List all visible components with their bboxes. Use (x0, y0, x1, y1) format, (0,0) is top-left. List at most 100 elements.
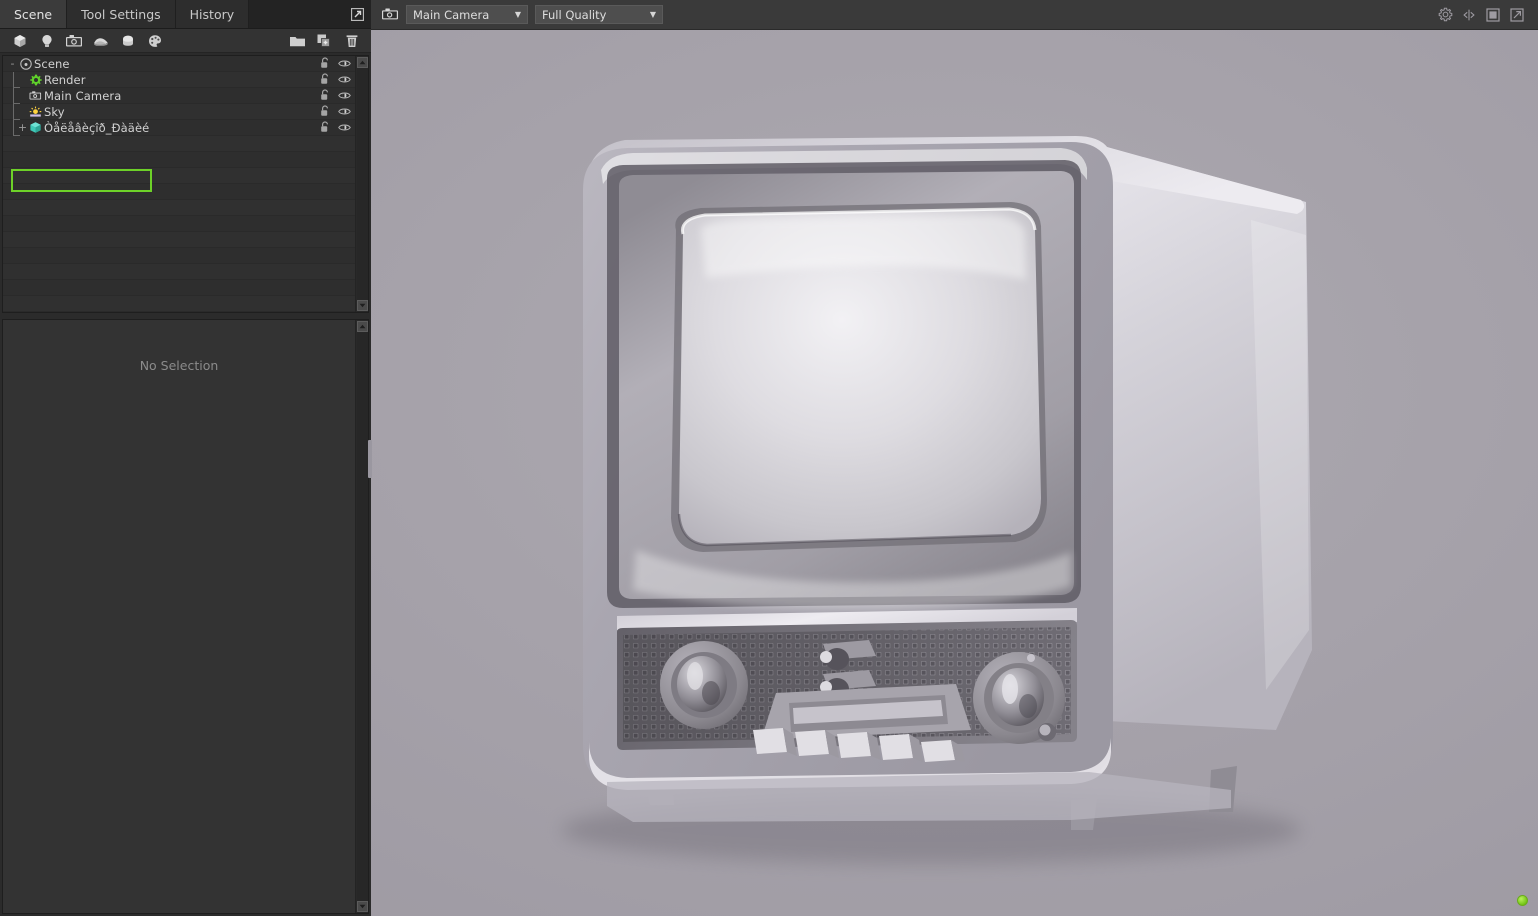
visibility-toggle[interactable] (338, 105, 351, 119)
unlocked-padlock-icon (321, 72, 328, 84)
settings-gear-button[interactable] (1437, 7, 1453, 23)
add-primitive-button[interactable] (114, 30, 141, 52)
tab-history[interactable]: History (175, 0, 250, 28)
tree-row-label: Scene (34, 56, 70, 71)
add-mesh-icon (14, 34, 25, 47)
add-material-button[interactable] (141, 30, 168, 52)
tree-expander[interactable]: - (7, 58, 18, 69)
application-window: Scene Tool Settings History - Scene Rend… (0, 0, 1538, 916)
expand-fullscreen-icon (1510, 7, 1524, 22)
maximize-button[interactable] (1485, 7, 1501, 23)
tree-row-[interactable]: + Òåëåâèçîð_Ðàäèé (3, 120, 355, 136)
camera-select-value: Main Camera (413, 7, 490, 22)
scene-icon (18, 57, 33, 71)
popout-panel-button[interactable] (343, 0, 371, 28)
quality-select[interactable]: Full Quality ▼ (535, 5, 663, 24)
scene-toolbar (0, 29, 371, 53)
panel-splitter-handle[interactable] (368, 440, 372, 478)
left-panel: Scene Tool Settings History - Scene Rend… (0, 0, 372, 916)
properties-scroll-down-button[interactable] (356, 901, 368, 912)
tab-scene[interactable]: Scene (0, 0, 68, 28)
delete-button[interactable] (338, 30, 365, 52)
scene-tree-scrollbar[interactable] (355, 56, 368, 312)
tree-row-empty (3, 280, 355, 296)
visibility-eye-icon (338, 124, 351, 131)
add-material-icon (148, 34, 161, 47)
camera-select[interactable]: Main Camera ▼ (406, 5, 528, 24)
lock-toggle[interactable] (320, 72, 330, 88)
tree-row-sky[interactable]: Sky (3, 104, 355, 120)
scene-tree: - Scene Render Main Camera Sky + Òåëåâèçîð_Ðàä… (2, 55, 369, 313)
tree-row-empty (3, 136, 355, 152)
tree-row-toggles (320, 104, 351, 120)
tree-row-label: Sky (44, 104, 65, 119)
chevron-down-icon (359, 904, 365, 909)
lock-toggle[interactable] (320, 88, 330, 104)
properties-body: No Selection (3, 320, 355, 913)
tree-row-empty (3, 184, 355, 200)
tree-row-empty (3, 232, 355, 248)
lock-toggle[interactable] (320, 104, 330, 120)
render-icon (28, 73, 43, 87)
lock-toggle[interactable] (320, 56, 330, 72)
viewport-header-icons (1437, 7, 1529, 23)
properties-scroll-up-button[interactable] (356, 321, 368, 332)
tab-tool-settings-label: Tool Settings (81, 6, 161, 22)
scroll-down-button[interactable] (356, 300, 368, 311)
chevron-down-icon (359, 303, 365, 308)
vintage-television-3d-model (561, 136, 1312, 864)
tree-row-empty (3, 248, 355, 264)
add-light-button[interactable] (33, 30, 60, 52)
visibility-toggle[interactable] (338, 73, 351, 87)
tree-row-scene[interactable]: - Scene (3, 56, 355, 72)
tree-row-render[interactable]: Render (3, 72, 355, 88)
visibility-eye-icon (338, 108, 351, 115)
sky-icon (28, 105, 43, 119)
popout-icon (350, 7, 364, 21)
tree-row-label: Render (44, 72, 86, 87)
chevron-down-icon: ▼ (649, 10, 656, 19)
settings-gear-icon (1438, 7, 1452, 22)
camera-icon (28, 89, 43, 103)
unlocked-padlock-icon (321, 56, 328, 68)
camera-icon (381, 8, 398, 20)
new-folder-button[interactable] (284, 30, 311, 52)
tree-row-empty (3, 216, 355, 232)
duplicate-button[interactable] (311, 30, 338, 52)
lock-toggle[interactable] (320, 120, 330, 136)
chevron-up-icon (359, 60, 365, 65)
tree-row-toggles (320, 120, 351, 136)
scene-tree-rows: - Scene Render Main Camera Sky + Òåëåâèçîð_Ðàä… (3, 56, 355, 312)
visibility-toggle[interactable] (338, 57, 351, 71)
add-sky-button[interactable] (87, 30, 114, 52)
tab-tool-settings[interactable]: Tool Settings (67, 0, 176, 28)
split-view-icon (1463, 9, 1475, 20)
quality-select-value: Full Quality (542, 7, 607, 22)
scroll-up-button[interactable] (356, 57, 368, 68)
tree-row-toggles (320, 56, 351, 72)
tree-row-empty (3, 264, 355, 280)
expand-fullscreen-button[interactable] (1509, 7, 1525, 23)
properties-scrollbar[interactable] (355, 320, 368, 913)
visibility-toggle[interactable] (338, 89, 351, 103)
panel-tab-bar: Scene Tool Settings History (0, 0, 371, 29)
tree-row-main-camera[interactable]: Main Camera (3, 88, 355, 104)
tab-scene-label: Scene (14, 6, 53, 22)
add-camera-button[interactable] (60, 30, 87, 52)
add-sky-icon (93, 37, 108, 46)
delete-icon (346, 34, 357, 47)
render-status-dot (1517, 895, 1528, 906)
add-light-icon (41, 34, 52, 47)
visibility-eye-icon (338, 60, 351, 67)
add-primitive-icon (122, 35, 133, 46)
chevron-up-icon (359, 324, 365, 329)
add-mesh-button[interactable] (6, 30, 33, 52)
tab-history-label: History (189, 6, 235, 22)
scroll-track[interactable] (356, 68, 368, 300)
viewport-3d-canvas[interactable] (371, 30, 1538, 916)
properties-scroll-track[interactable] (356, 332, 368, 901)
tree-row-label: Main Camera (44, 88, 122, 103)
split-view-button[interactable] (1461, 7, 1477, 23)
unlocked-padlock-icon (321, 88, 328, 100)
visibility-toggle[interactable] (338, 121, 351, 135)
